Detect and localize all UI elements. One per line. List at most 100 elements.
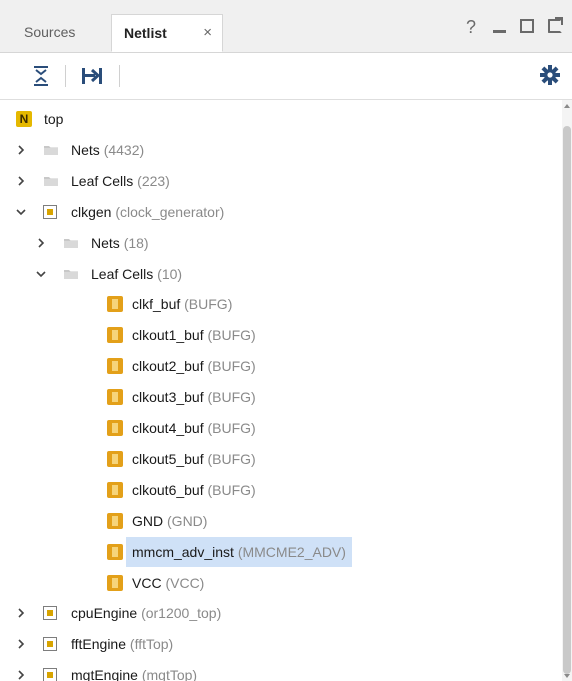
tree-item-label: clkout1_buf (BUFG) <box>132 320 256 350</box>
tree-row[interactable]: fftEngine (fftTop) <box>0 629 560 659</box>
folder-icon <box>63 266 79 282</box>
tab-sources[interactable]: Sources <box>14 14 106 52</box>
tree-item-name: VCC <box>132 574 162 591</box>
tree-row[interactable]: clkout4_buf (BUFG) <box>0 413 560 443</box>
tree-item-type: (223) <box>137 172 170 189</box>
chevron-right-icon[interactable] <box>15 667 27 681</box>
tree-row[interactable]: Ntop <box>0 104 560 134</box>
tree-item-type: (4432) <box>103 141 145 158</box>
tree-item-name: top <box>44 111 64 127</box>
tree-item-name: clkout5_buf <box>132 450 204 467</box>
chevron-right-icon[interactable] <box>15 142 27 158</box>
leaf-cell-icon <box>107 450 123 467</box>
tree-row[interactable]: clkout3_buf (BUFG) <box>0 382 560 412</box>
toolbar <box>0 53 572 100</box>
tree-row[interactable]: Leaf Cells (10) <box>0 259 560 289</box>
tree-item-type: (or1200_top) <box>141 605 222 622</box>
chevron-down-icon[interactable] <box>15 204 27 220</box>
help-icon[interactable]: ? <box>462 17 480 38</box>
top-module-icon: N <box>16 111 32 127</box>
tree-item-label: Nets (4432) <box>71 135 144 165</box>
tree-item-label: Leaf Cells (223) <box>71 166 170 196</box>
chevron-right-icon[interactable] <box>15 173 27 189</box>
tree-item-label: cpuEngine (or1200_top) <box>71 598 221 628</box>
hier-cell-icon <box>43 204 57 219</box>
tree-row[interactable]: GND (GND) <box>0 506 560 536</box>
close-icon[interactable]: × <box>203 15 212 51</box>
tree-item-label: Nets (18) <box>91 228 149 258</box>
tab-netlist-label: Netlist <box>124 25 167 41</box>
tree-row[interactable]: Nets (18) <box>0 228 560 258</box>
tree-row[interactable]: mgtEngine (mgtTop) <box>0 660 560 681</box>
folder-icon <box>63 235 79 251</box>
tree-item-name: Nets <box>71 141 100 158</box>
leaf-cell-icon <box>107 358 123 375</box>
tree-item-type: (GND) <box>167 512 208 529</box>
tab-sources-label: Sources <box>24 24 76 40</box>
tree-item-label: mmcm_adv_inst (MMCME2_ADV) <box>126 536 352 567</box>
chevron-down-icon[interactable] <box>35 266 47 282</box>
tree-item-label: clkout6_buf (BUFG) <box>132 475 256 505</box>
tab-bar: Sources Netlist × ? <box>0 0 572 53</box>
folder-icon <box>43 173 59 189</box>
tree-item-name: GND <box>132 512 164 529</box>
tree-row[interactable]: cpuEngine (or1200_top) <box>0 598 560 628</box>
tree-item-type: (BUFG) <box>207 420 256 436</box>
tree-item-label: clkout5_buf (BUFG) <box>132 444 256 474</box>
scroll-up-icon[interactable] <box>564 104 570 108</box>
tree-item-type: (BUFG) <box>207 327 256 344</box>
tree-row[interactable]: clkgen (clock_generator) <box>0 197 560 227</box>
tree-item-name: Leaf Cells <box>71 172 134 189</box>
tree-item-name: clkout3_buf <box>132 389 204 406</box>
chevron-right-icon[interactable] <box>35 235 47 251</box>
chevron-right-icon[interactable] <box>15 605 27 621</box>
chevron-right-icon[interactable] <box>15 636 27 652</box>
leaf-cell-icon <box>107 543 123 560</box>
scroll-down-icon[interactable] <box>564 674 570 678</box>
tree-item-name: Nets <box>91 234 120 251</box>
tree-item-type: (MMCME2_ADV) <box>237 543 346 560</box>
tree-item-label: clkout2_buf (BUFG) <box>132 351 256 381</box>
tree-item-name: clkout2_buf <box>132 358 204 375</box>
gear-icon[interactable] <box>539 64 563 88</box>
tree-item-type: (clock_generator) <box>115 203 225 220</box>
tree-item-type: (fftTop) <box>129 636 174 653</box>
leaf-cell-icon <box>107 389 123 406</box>
tree-row[interactable]: clkout6_buf (BUFG) <box>0 475 560 505</box>
tree-row[interactable]: clkf_buf (BUFG) <box>0 289 560 319</box>
tree-row[interactable]: VCC (VCC) <box>0 568 560 598</box>
tree-row[interactable]: clkout1_buf (BUFG) <box>0 320 560 350</box>
tree-item-label: clkgen (clock_generator) <box>71 197 224 227</box>
tree-item-label: clkf_buf (BUFG) <box>132 289 232 319</box>
leaf-cell-icon <box>107 574 123 591</box>
tree-item-name: clkout4_buf <box>132 420 204 436</box>
hier-cell-icon <box>43 606 57 621</box>
maximize-icon[interactable] <box>518 17 536 38</box>
tree-row[interactable]: Nets (4432) <box>0 135 560 165</box>
tree-row[interactable]: clkout2_buf (BUFG) <box>0 351 560 381</box>
minimize-icon[interactable] <box>490 17 508 38</box>
leaf-cell-icon <box>107 481 123 498</box>
scrollbar-thumb[interactable] <box>563 126 571 674</box>
tree-item-type: (mgtTop) <box>141 667 198 681</box>
tree-item-type: (10) <box>157 265 183 282</box>
leaf-cell-icon <box>107 420 123 436</box>
netlist-tree: Ntop Nets (4432) Leaf Cells (223) clkgen (c… <box>0 100 562 681</box>
tree-item-type: (BUFG) <box>207 481 256 498</box>
tree-item-type: (BUFG) <box>207 450 256 467</box>
tab-netlist[interactable]: Netlist × <box>111 14 223 52</box>
tree-item-type: (18) <box>123 234 149 251</box>
tree-row[interactable]: clkout5_buf (BUFG) <box>0 444 560 474</box>
tree-item-name: clkout6_buf <box>132 481 204 498</box>
float-icon[interactable] <box>546 16 564 38</box>
collapse-all-icon[interactable] <box>30 64 54 88</box>
tree-row[interactable]: Leaf Cells (223) <box>0 166 560 196</box>
tree-item-label: VCC (VCC) <box>132 568 204 598</box>
tree-item-name: cpuEngine <box>71 605 138 622</box>
tree-row[interactable]: mmcm_adv_inst (MMCME2_ADV) <box>0 536 560 567</box>
tree-item-label: GND (GND) <box>132 506 207 536</box>
tree-item-name: mmcm_adv_inst <box>132 543 234 560</box>
tree-item-type: (BUFG) <box>207 389 256 406</box>
expand-selected-icon[interactable] <box>80 64 104 88</box>
tree-item-label: mgtEngine (mgtTop) <box>71 660 197 681</box>
